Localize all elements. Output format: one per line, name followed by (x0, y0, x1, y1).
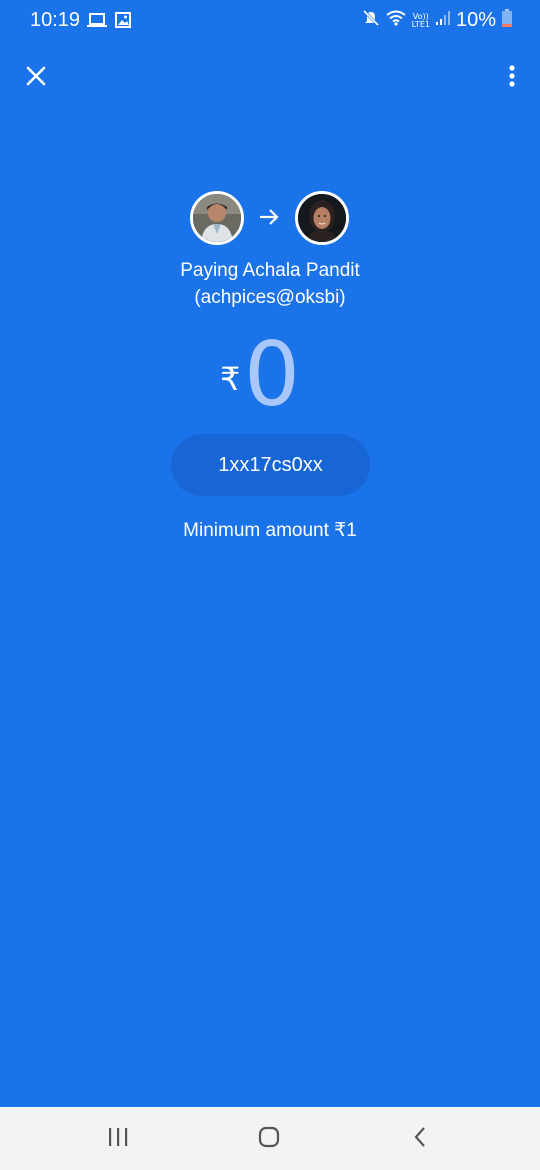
battery-icon (502, 9, 512, 32)
recents-icon (107, 1127, 129, 1152)
payee-info: Paying Achala Pandit (achpices@oksbi) (0, 257, 540, 311)
more-vert-icon (508, 64, 516, 93)
system-icons: Vo)) LTE1 10% (362, 9, 512, 32)
status-time: 10:19 (30, 9, 81, 31)
close-button[interactable] (20, 62, 52, 94)
amount-input[interactable]: ₹ 0 (0, 327, 540, 423)
status-bar: 10:19 Vo)) LTE1 10% (0, 0, 540, 44)
back-icon (413, 1126, 427, 1153)
network-type: Vo)) LTE1 (411, 12, 430, 29)
signal-icon (435, 10, 450, 31)
payee-upi-id: (achpices@oksbi) (194, 287, 346, 308)
wifi-icon (385, 10, 406, 31)
back-button[interactable] (400, 1125, 440, 1153)
payer-payee-avatars (0, 191, 540, 245)
close-icon (25, 65, 47, 92)
system-nav-bar (0, 1107, 540, 1170)
amount-value[interactable]: 0 (244, 327, 300, 423)
payment-note-text: 1xx17cs0xx (218, 453, 323, 476)
home-icon (258, 1126, 280, 1153)
app-bar (0, 52, 540, 104)
minimum-amount-hint: Minimum amount ₹1 (183, 520, 357, 541)
arrow-right-icon (257, 205, 281, 234)
laptop-icon (87, 12, 107, 33)
mute-icon (362, 9, 380, 32)
paying-name: Paying Achala Pandit (180, 260, 360, 281)
payer-avatar (190, 191, 244, 245)
home-button[interactable] (249, 1125, 289, 1153)
payment-note-button[interactable]: 1xx17cs0xx (171, 434, 370, 496)
battery-percent: 10% (455, 9, 496, 31)
currency-symbol: ₹ (220, 361, 241, 397)
notification-icons (87, 12, 131, 33)
more-options-button[interactable] (500, 62, 524, 94)
recents-button[interactable] (98, 1125, 138, 1153)
image-icon (115, 12, 131, 33)
payee-avatar (295, 191, 349, 245)
network-label-bottom: LTE1 (411, 19, 430, 29)
